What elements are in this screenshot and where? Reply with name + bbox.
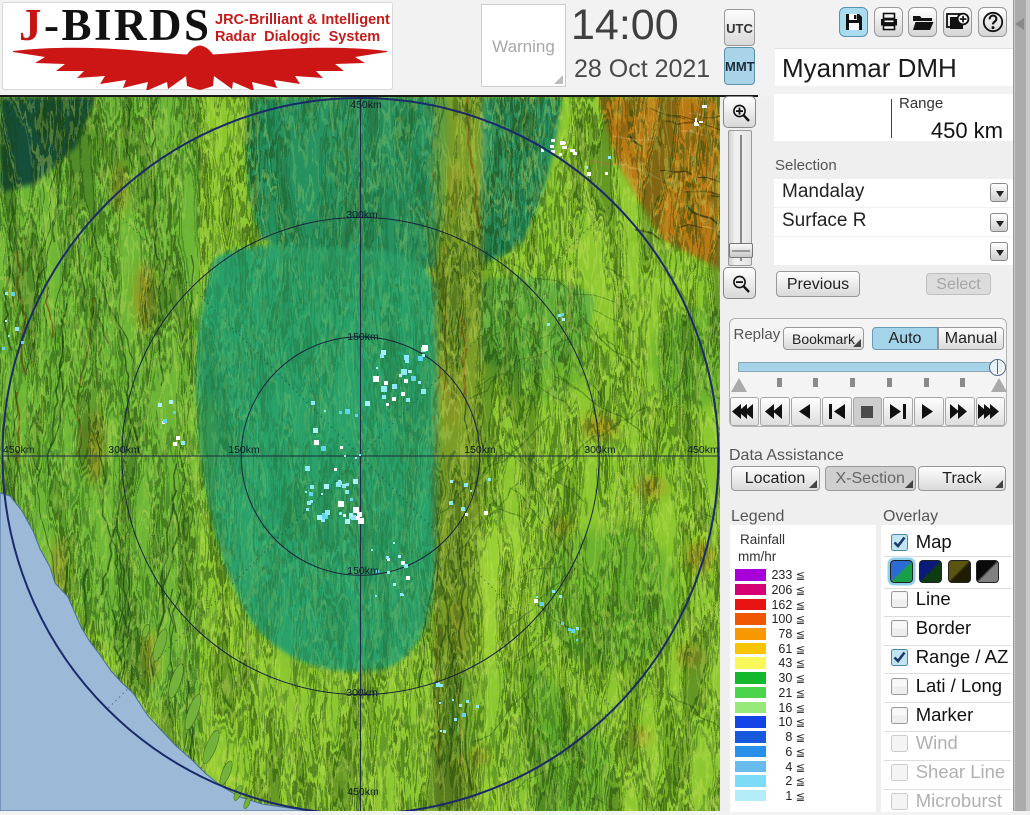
svg-text:150km: 150km xyxy=(464,444,496,456)
svg-text:450km: 450km xyxy=(3,444,35,456)
svg-text:150km: 150km xyxy=(347,565,379,577)
svg-text:300km: 300km xyxy=(584,444,616,456)
svg-text:150km: 150km xyxy=(228,444,260,456)
svg-text:300km: 300km xyxy=(346,209,378,221)
svg-text:150km: 150km xyxy=(347,331,379,343)
svg-text:450km: 450km xyxy=(687,444,719,456)
svg-text:300km: 300km xyxy=(346,687,378,699)
svg-text:300km: 300km xyxy=(108,444,140,456)
svg-text:450km: 450km xyxy=(347,786,379,798)
svg-text:450km: 450km xyxy=(350,99,382,111)
